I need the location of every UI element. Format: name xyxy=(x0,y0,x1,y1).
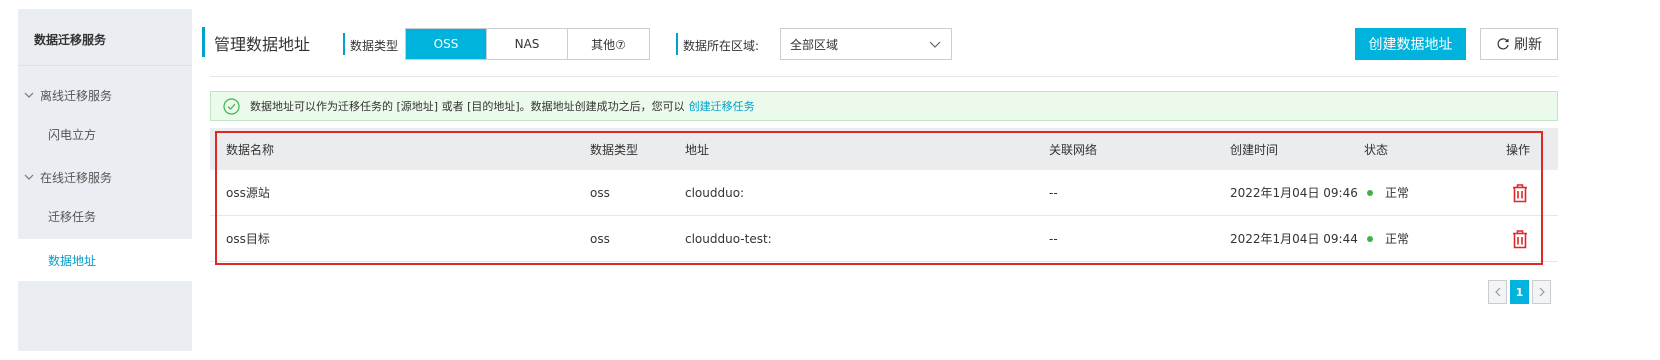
data-type-label: 数据类型 xyxy=(350,39,399,53)
cell-created: 2022年1月04日 09:46 xyxy=(1230,186,1358,200)
column-header-type: 数据类型 xyxy=(590,142,639,157)
check-circle-icon xyxy=(223,97,240,115)
chevron-down-icon xyxy=(24,174,34,180)
column-header-name: 数据名称 xyxy=(226,142,275,157)
refresh-button[interactable]: 刷新 xyxy=(1480,28,1558,60)
cell-status: 正常 xyxy=(1367,216,1409,261)
cell-type: oss xyxy=(590,231,610,246)
sidebar-item-data-address[interactable]: 数据地址 xyxy=(18,239,192,281)
refresh-icon xyxy=(1497,38,1509,50)
table-row: oss目标 oss cloudduo-test: -- 2022年1月04日 0… xyxy=(210,216,1558,262)
sidebar-title: 数据迁移服务 xyxy=(34,33,107,47)
page-button-current[interactable]: 1 xyxy=(1510,280,1529,304)
cell-address: cloudduo: xyxy=(685,185,745,200)
label-accent-bar xyxy=(343,33,345,55)
status-dot-icon xyxy=(1367,235,1373,242)
refresh-button-label: 刷新 xyxy=(1514,37,1542,53)
sidebar-group-label: 离线迁移服务 xyxy=(40,88,113,103)
cell-created: 2022年1月04日 09:44 xyxy=(1230,232,1358,246)
pagination: 1 xyxy=(1488,280,1551,304)
cell-address: cloudduo-test: xyxy=(685,231,772,246)
page-title: 管理数据地址 xyxy=(214,35,311,54)
column-header-created: 创建时间 xyxy=(1230,142,1279,157)
cell-name: oss目标 xyxy=(226,232,270,246)
delete-button[interactable] xyxy=(1511,216,1529,261)
data-type-option-other[interactable]: 其他⑦ xyxy=(568,29,649,59)
create-button-label: 创建数据地址 xyxy=(1368,37,1453,53)
status-dot-icon xyxy=(1367,189,1373,196)
create-migration-task-link[interactable]: 创建迁移任务 xyxy=(689,98,755,114)
next-page-button[interactable] xyxy=(1532,280,1551,304)
region-label: 数据所在区域: xyxy=(683,39,760,53)
app-frame: 数据迁移服务 离线迁移服务 闪电立方 在线迁移服务 迁移任务 数据地址 管理数据… xyxy=(18,9,1660,351)
cell-status: 正常 xyxy=(1367,170,1409,215)
cell-network: -- xyxy=(1049,185,1058,200)
sidebar-item-migration-tasks[interactable]: 迁移任务 xyxy=(18,195,192,237)
sidebar-item-lightning-cube[interactable]: 闪电立方 xyxy=(18,113,192,155)
prev-page-button[interactable] xyxy=(1488,280,1507,304)
column-header-network: 关联网络 xyxy=(1049,142,1098,157)
sidebar-item-label: 闪电立方 xyxy=(48,127,97,142)
table-header: 数据名称 数据类型 地址 关联网络 创建时间 状态 操作 xyxy=(210,128,1558,170)
chevron-left-icon xyxy=(1494,287,1500,297)
status-text: 正常 xyxy=(1385,186,1410,200)
chevron-right-icon xyxy=(1539,287,1545,297)
delete-button[interactable] xyxy=(1511,170,1529,215)
sidebar: 数据迁移服务 离线迁移服务 闪电立方 在线迁移服务 迁移任务 数据地址 xyxy=(18,9,192,351)
trash-icon xyxy=(1513,229,1527,248)
sidebar-group-online[interactable]: 在线迁移服务 xyxy=(18,165,192,189)
cell-type: oss xyxy=(590,185,610,200)
status-text: 正常 xyxy=(1385,232,1410,246)
label-accent-bar xyxy=(676,33,678,55)
column-header-actions: 操作 xyxy=(1506,142,1531,157)
sidebar-item-label: 迁移任务 xyxy=(48,209,97,224)
sidebar-divider xyxy=(18,65,192,66)
column-header-status: 状态 xyxy=(1364,142,1389,157)
table-row: oss源站 oss cloudduo: -- 2022年1月04日 09:46 … xyxy=(210,170,1558,216)
chevron-down-icon xyxy=(929,41,941,48)
info-alert: 数据地址可以作为迁移任务的 [源地址] 或者 [目的地址]。数据地址创建成功之后… xyxy=(210,91,1558,121)
title-accent-bar xyxy=(202,27,205,57)
create-data-address-button[interactable]: 创建数据地址 xyxy=(1355,28,1466,60)
sidebar-item-label: 数据地址 xyxy=(48,253,97,268)
data-type-segmented-control: OSS NAS 其他⑦ xyxy=(405,28,650,60)
header-divider xyxy=(210,76,1558,77)
data-type-option-oss[interactable]: OSS xyxy=(406,29,487,59)
sidebar-group-label: 在线迁移服务 xyxy=(40,170,113,185)
sidebar-group-offline[interactable]: 离线迁移服务 xyxy=(18,83,192,107)
trash-icon xyxy=(1513,183,1527,202)
region-select[interactable]: 全部区域 xyxy=(780,28,952,60)
cell-network: -- xyxy=(1049,231,1058,246)
region-select-value: 全部区域 xyxy=(790,37,839,52)
data-type-option-nas[interactable]: NAS xyxy=(487,29,568,59)
main-content: 管理数据地址 数据类型 OSS NAS 其他⑦ 数据所在区域: 全部区域 创建数… xyxy=(192,9,1660,351)
data-address-table: 数据名称 数据类型 地址 关联网络 创建时间 状态 操作 oss源站 oss c… xyxy=(210,128,1558,262)
cell-name: oss源站 xyxy=(226,186,270,200)
alert-text: 数据地址可以作为迁移任务的 [源地址] 或者 [目的地址]。数据地址创建成功之后… xyxy=(250,100,685,113)
column-header-address: 地址 xyxy=(685,142,710,157)
chevron-down-icon xyxy=(24,92,34,98)
